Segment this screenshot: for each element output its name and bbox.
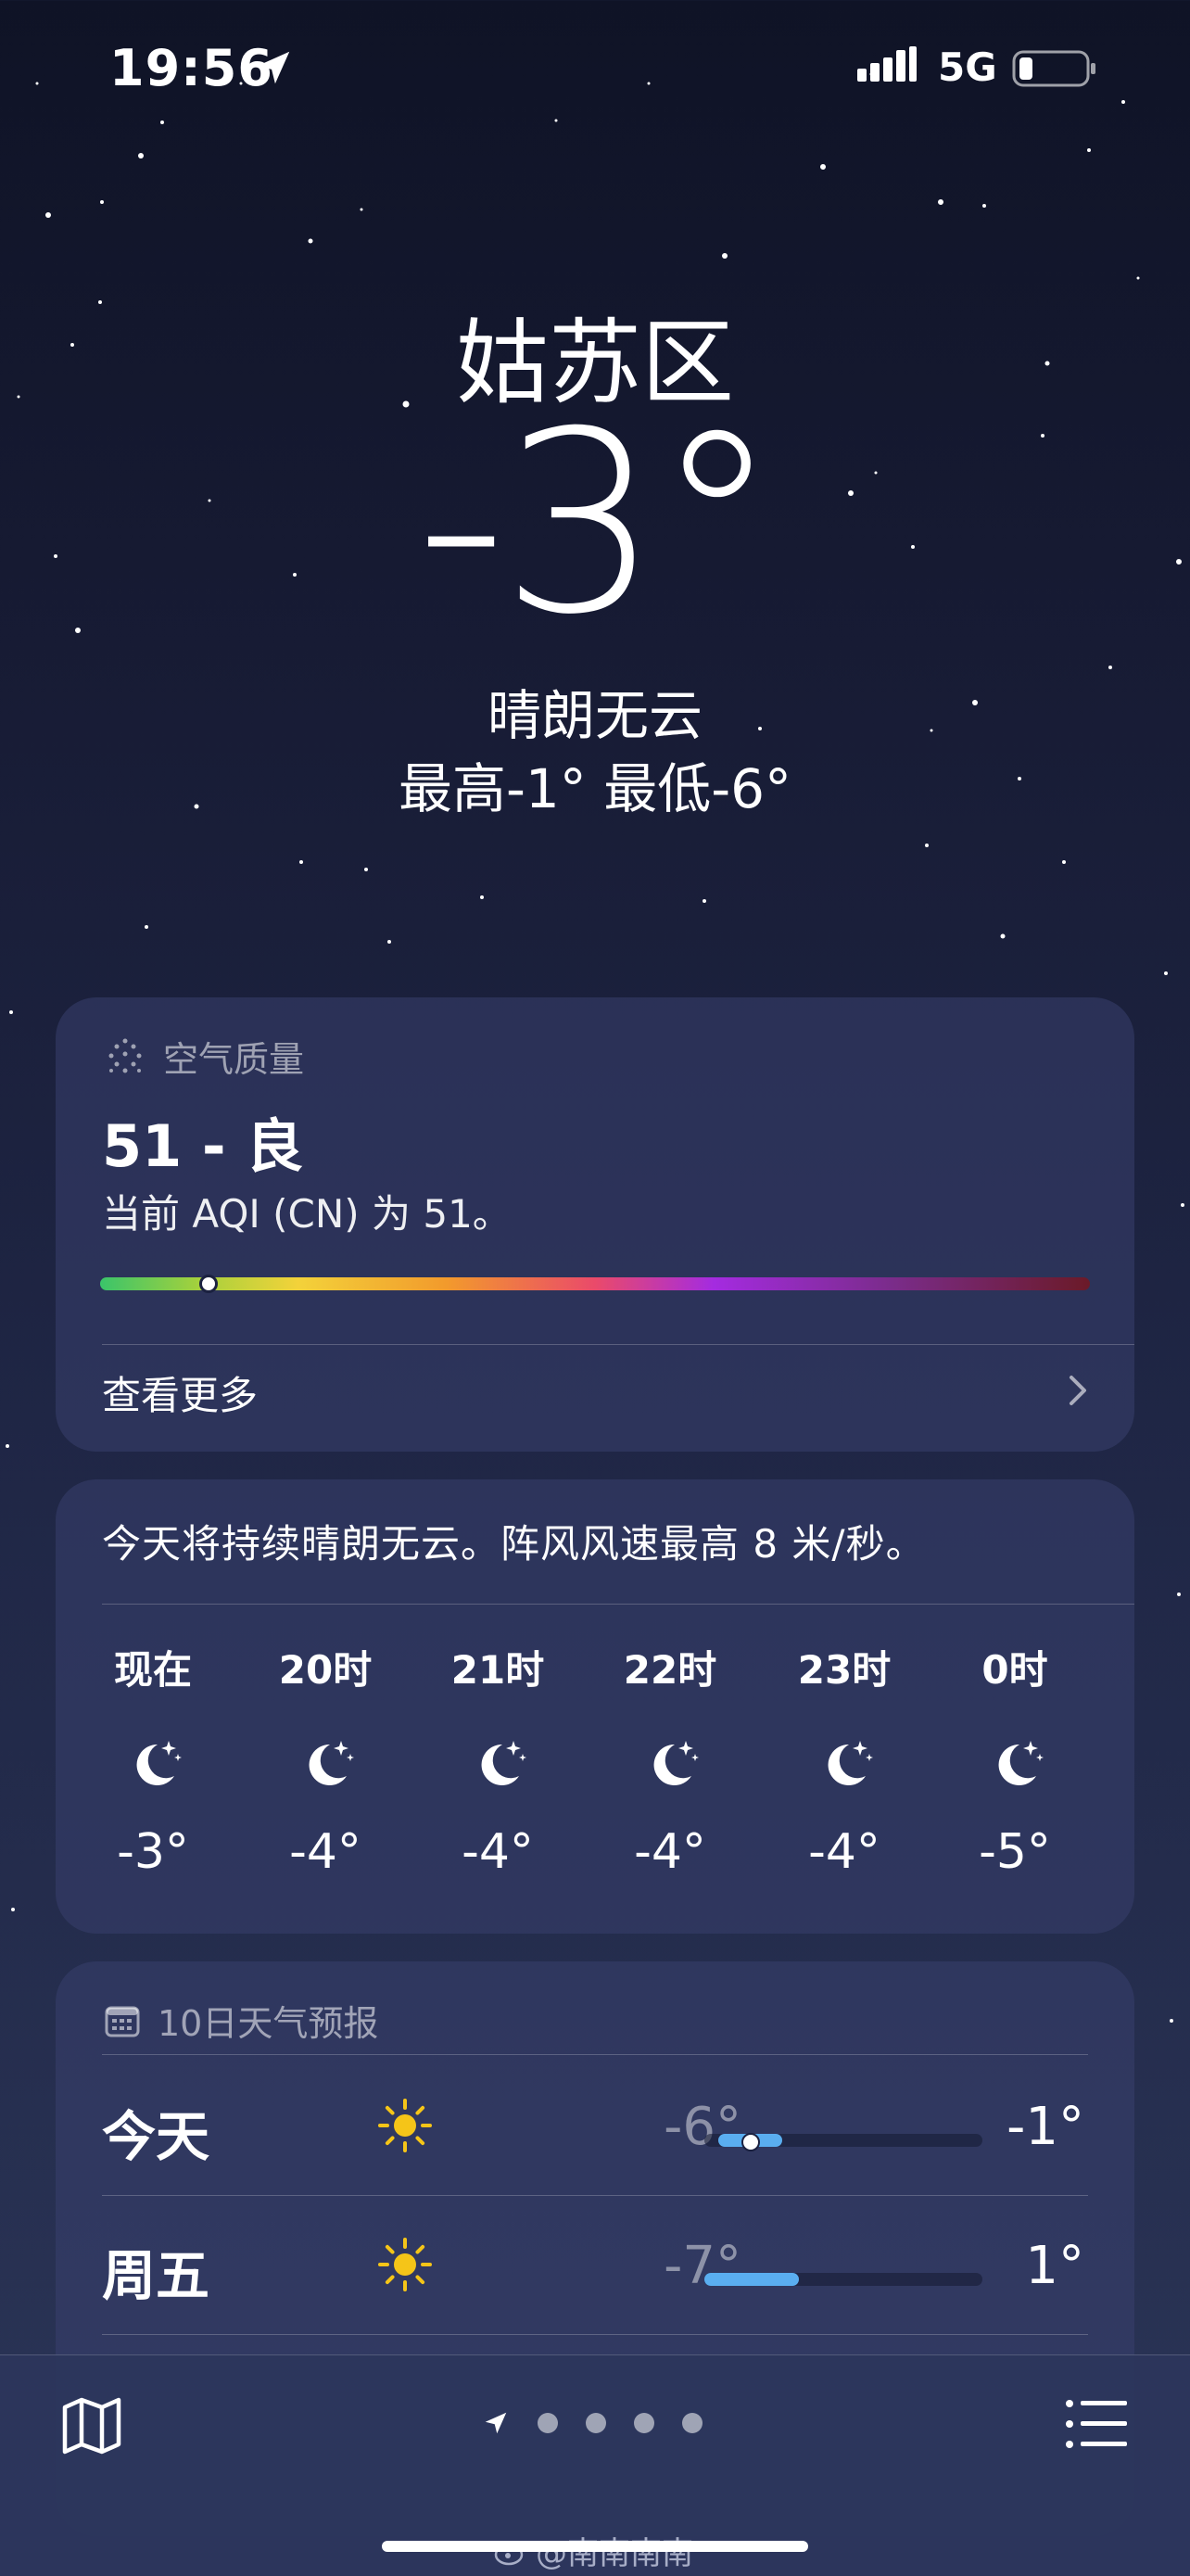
moon-stars-icon [638,1732,703,1796]
bottom-toolbar: @南南南南 [0,2354,1190,2576]
divider [102,2054,1088,2055]
aqi-value: 51 - 良 [102,1112,304,1180]
hourly-item: 现在 -3° [65,1643,241,1880]
ten-day-header: 10日天气预报 [104,1995,378,2046]
day-name: 周五 [102,2244,210,2307]
sun-icon [374,2234,436,2295]
list-icon[interactable] [1064,2396,1129,2452]
page-dot[interactable] [634,2413,654,2433]
day-name: 今天 [102,2105,210,2168]
home-indicator[interactable] [382,2541,808,2552]
see-more-link[interactable]: 查看更多 [102,1364,258,1421]
day-low-temp: -7° [664,2236,741,2296]
page-indicator[interactable] [482,2409,703,2437]
hour-label: 现在 [113,1647,192,1693]
divider [102,2334,1088,2335]
calendar-icon [105,2006,140,2037]
weather-condition: 晴朗无云 [487,684,703,747]
hourly-item: 0时 -5° [927,1643,1103,1880]
hourly-forecast-card: 今天将持续晴朗无云。阵风风速最高 8 米/秒。 现在 -3° 20时 -4° 21时 -4… [56,1479,1134,1934]
daily-row[interactable]: 今天 -6° -1° [56,2056,1134,2196]
divider [102,1344,1134,1345]
hour-label: 0时 [981,1647,1048,1693]
sun-icon [374,2095,436,2156]
network-type: 5G [938,44,997,90]
hour-temperature: -4° [289,1824,361,1880]
temperature-range-fill [704,2273,799,2286]
page-dot[interactable] [682,2413,703,2433]
location-arrow-icon [257,51,290,84]
hour-label: 20时 [278,1647,373,1693]
moon-stars-icon [293,1732,358,1796]
page-dot[interactable] [538,2413,558,2433]
temperature-range-bar [704,2273,982,2286]
temperature-range-bar [704,2133,982,2151]
hourly-list[interactable]: 现在 -3° 20时 -4° 21时 -4° 22时 -4° 23时 -4° 0时 -5° [56,1643,1134,1911]
hourly-item: 21时 -4° [410,1643,586,1880]
aqi-description: 当前 AQI (CN) 为 51。 [102,1191,512,1237]
divider [102,1604,1134,1605]
air-quality-header: 空气质量 [104,1031,304,1082]
moon-stars-icon [812,1732,877,1796]
hour-temperature: -4° [808,1824,880,1880]
hour-temperature: -5° [979,1824,1051,1880]
current-temperature: -3° [415,377,779,669]
hour-temperature: -4° [634,1824,706,1880]
air-quality-icon [108,1038,142,1072]
hourly-item: 22时 -4° [582,1643,758,1880]
ten-day-title: 10日天气预报 [158,2003,379,2044]
day-high-temp: 1° [1025,2236,1084,2296]
battery-icon [1012,50,1095,87]
hourly-item: 23时 -4° [756,1643,932,1880]
current-temp-marker [741,2133,760,2151]
hour-label: 23时 [797,1647,892,1693]
hour-temperature: -3° [117,1824,189,1880]
moon-stars-icon [465,1732,530,1796]
forecast-summary: 今天将持续晴朗无云。阵风风速最高 8 米/秒。 [102,1521,926,1567]
map-icon[interactable] [59,2392,124,2457]
hour-label: 22时 [623,1647,717,1693]
location-arrow-icon [485,2412,507,2434]
day-low-temp: -6° [664,2097,741,2157]
hourly-item: 20时 -4° [237,1643,413,1880]
page-dot[interactable] [586,2413,606,2433]
chevron-right-icon[interactable] [1064,1372,1092,1409]
hour-temperature: -4° [462,1824,534,1880]
daily-row[interactable]: 周五 -7° 1° [56,2195,1134,2335]
aqi-scale-bar [100,1277,1090,1290]
moon-stars-icon [982,1732,1047,1796]
hour-label: 21时 [450,1647,545,1693]
status-time: 19:56 [109,39,273,97]
air-quality-card[interactable]: 空气质量 51 - 良 当前 AQI (CN) 为 51。 查看更多 [56,997,1134,1452]
high-low-temperature: 最高-1° 最低-6° [398,757,792,820]
day-high-temp: -1° [1006,2097,1084,2157]
aqi-level-marker [199,1275,219,1293]
moon-stars-icon [120,1732,185,1796]
signal-icon [857,46,917,82]
air-quality-title: 空气质量 [163,1039,305,1080]
